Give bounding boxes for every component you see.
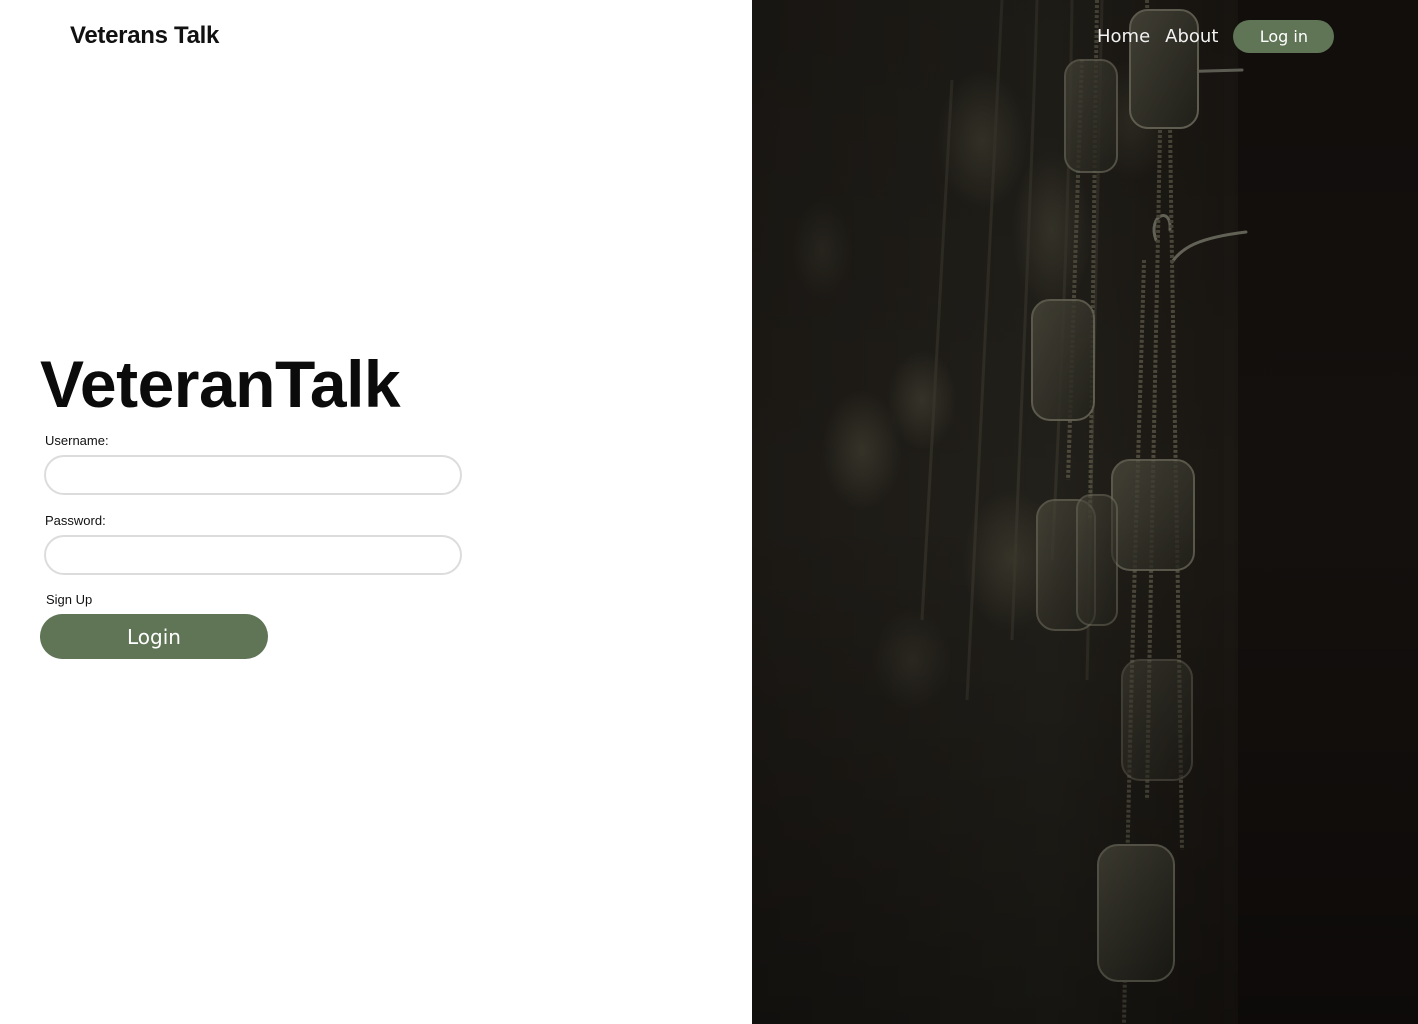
- left-panel: Veterans Talk VeteranTalk Username: Pass…: [0, 0, 752, 1024]
- brand-logo[interactable]: Veterans Talk: [70, 22, 219, 50]
- login-button[interactable]: Login: [40, 614, 268, 659]
- hero-image: [752, 0, 1418, 1024]
- login-page: Veterans Talk VeteranTalk Username: Pass…: [0, 0, 1418, 1024]
- dog-tags-photo: [752, 0, 1418, 1024]
- username-input[interactable]: [44, 455, 462, 495]
- password-input[interactable]: [44, 535, 462, 575]
- nav-home-link[interactable]: Home: [1097, 26, 1150, 47]
- page-title: VeteranTalk: [40, 347, 401, 421]
- top-nav: Home About Log in: [1097, 20, 1335, 53]
- sign-up-link[interactable]: Sign Up: [46, 592, 92, 607]
- username-label: Username:: [45, 433, 109, 448]
- nav-about-link[interactable]: About: [1165, 26, 1218, 47]
- nav-login-button[interactable]: Log in: [1233, 20, 1335, 53]
- password-label: Password:: [45, 513, 106, 528]
